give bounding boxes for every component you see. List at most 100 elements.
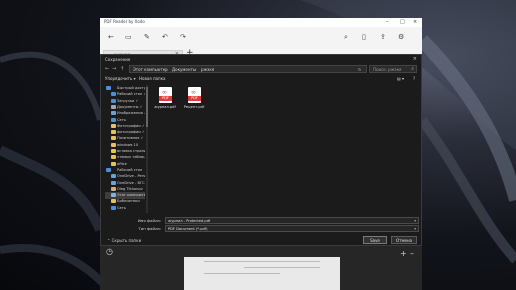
view-options-button[interactable]: ▤ ▾ [397, 76, 404, 81]
dialog-navigation: ← → ↑ Этот компьютер › Документы › ржэкя… [101, 65, 421, 74]
nav-pane-label: windows 10 [117, 142, 139, 147]
back-arrow-icon[interactable]: ← [108, 33, 114, 41]
filename-input[interactable]: журнал - Protected.pdf ▾ [165, 217, 419, 224]
minimize-button[interactable]: – [386, 19, 389, 25]
command-bar: Упорядочить ▾ Новая папка ▤ ▾ ? [101, 75, 421, 83]
computer-icon [111, 193, 116, 198]
dialog-title: Сохранение [105, 57, 131, 62]
share-icon[interactable]: ⇪ [380, 33, 386, 41]
cloud-icon [111, 180, 116, 185]
breadcrumb-separator: › [195, 67, 197, 72]
chevron-down-icon[interactable]: ▾ [414, 219, 416, 223]
pdf-file-icon: ∞ PDF [188, 87, 201, 103]
folder-icon [111, 161, 116, 166]
filename-row: Имя файла: журнал - Protected.pdf ▾ [105, 217, 421, 224]
save-button-label: Save [370, 238, 380, 243]
forward-icon[interactable]: → [112, 66, 116, 72]
nav-pane-label: Этот компьютер [117, 193, 145, 198]
pdf-file-icon: ∞ PDF [159, 87, 172, 103]
nav-pane-label: OneDrive - Pers [117, 174, 145, 179]
nav-pane-label: Oleg Tikhonov [117, 186, 143, 191]
chevron-down-icon[interactable]: ▾ [414, 227, 416, 231]
nav-pane-scrollbar[interactable] [146, 85, 148, 213]
save-button[interactable]: Save [363, 236, 387, 244]
nav-pane-label: чтемых таблиц [117, 155, 145, 160]
nav-pane-label: фотографии ✓ [117, 130, 145, 135]
undo-icon[interactable]: ↶ [162, 33, 168, 41]
nav-pane-label: Позитивное ✓ [117, 136, 144, 141]
breadcrumb-separator: › [166, 67, 168, 72]
app-titlebar: PDF Reader by Xodo – □ × [100, 18, 422, 27]
folder-icon [111, 142, 116, 147]
nav-pane-label: Сеть [117, 205, 126, 210]
filetype-select[interactable]: PDF Document (*.pdf) ▾ [165, 225, 419, 232]
user-icon [111, 186, 116, 191]
save-dialog: Сохранение × ← → ↑ Этот компьютер › Доку… [100, 54, 422, 246]
folder-icon [111, 149, 116, 153]
app-toolbar: ← ▭ ✎ ↶ ↷ ⌕ ▯ ⇪ ⚙ журнал × + [100, 27, 422, 59]
app-title: PDF Reader by Xodo [104, 19, 145, 24]
folder-icon [111, 155, 116, 160]
save-icon[interactable]: ▭ [125, 33, 132, 41]
desktop-icon [106, 167, 111, 172]
filetype-row: Тип файла: PDF Document (*.pdf) ▾ [105, 225, 421, 232]
network-icon [111, 205, 116, 210]
organize-button[interactable]: Упорядочить ▾ [105, 76, 136, 81]
redo-icon[interactable]: ↷ [180, 33, 186, 41]
refresh-icon[interactable]: ↻ [358, 67, 361, 72]
address-bar[interactable]: Этот компьютер › Документы › ржэкя ↻ [129, 65, 367, 73]
cloud-icon [111, 174, 116, 179]
filetype-label: Тип файла: [138, 226, 161, 231]
filename-label: Имя файла: [137, 218, 161, 223]
file-item[interactable]: ∞ PDF Рецепт.pdf [182, 87, 206, 113]
search-input[interactable]: Поиск: ржэкя ⌕ [369, 65, 417, 73]
nav-pane-label: Изображения ✓ [117, 111, 145, 116]
doc-icon[interactable]: ▯ [362, 33, 366, 41]
page-nav-icon[interactable]: ◷ [106, 247, 113, 256]
library-icon [111, 199, 116, 204]
nav-pane-label: Рабочий стол ✓ [117, 92, 145, 97]
search-icon[interactable]: ⌕ [344, 33, 348, 42]
star-icon [106, 86, 111, 90]
nav-pane-label: office [117, 161, 127, 166]
folder-icon [111, 123, 116, 128]
breadcrumb-documents[interactable]: Документы [172, 67, 196, 72]
breadcrumb-this-pc[interactable]: Этот компьютер [133, 67, 168, 72]
hide-folders-button[interactable]: ⌃ Скрыть папки [107, 238, 141, 243]
settings-icon[interactable]: ⚙ [398, 33, 404, 41]
navigation-pane: Быстрый доступ Рабочий стол ✓Загрузки ✓До… [105, 85, 145, 213]
file-item[interactable]: ∞ PDF журнал.pdf [153, 87, 177, 113]
nav-pane-label: Загрузки ✓ [117, 98, 139, 103]
pen-icon[interactable]: ✎ [144, 33, 150, 41]
nav-pane-label: Библиотеки [117, 199, 140, 204]
breadcrumb-folder[interactable]: ржэкя [201, 67, 214, 72]
dialog-close-icon[interactable]: × [413, 56, 417, 62]
up-icon[interactable]: ↑ [120, 66, 124, 72]
zoom-out-icon[interactable]: – [410, 249, 414, 258]
documents-icon [111, 104, 116, 109]
filetype-value: PDF Document (*.pdf) [168, 227, 208, 231]
back-icon[interactable]: ← [105, 66, 109, 72]
nav-pane-label: вставка страниц [117, 149, 145, 153]
new-folder-button[interactable]: Новая папка [139, 76, 166, 81]
download-icon [111, 98, 116, 103]
pdf-badge: PDF [162, 96, 169, 100]
close-window-button[interactable]: × [413, 19, 417, 25]
help-icon[interactable]: ? [413, 76, 415, 81]
file-name: журнал.pdf [154, 105, 176, 109]
nav-pane-label: Документы ✓ [117, 104, 143, 109]
nav-pane-label: Быстрый доступ [117, 86, 145, 90]
cancel-button[interactable]: Отмена [391, 236, 417, 244]
nav-pane-label: Рабочий стол [117, 167, 143, 172]
desktop-icon [111, 92, 116, 97]
document-page [184, 257, 340, 290]
pictures-icon [111, 111, 116, 116]
search-icon: ⌕ [411, 66, 414, 72]
zoom-in-icon[interactable]: + [400, 249, 407, 258]
file-list: ∞ PDF журнал.pdf ∞ PDF Рецепт.pdf [149, 85, 417, 213]
maximize-button[interactable]: □ [400, 19, 405, 25]
nav-pane-label: OneDrive - ВГС [117, 180, 145, 185]
nav-pane-item[interactable]: Сеть [105, 205, 145, 212]
nav-pane-label: Фотографии ✓ [117, 123, 145, 128]
file-name: Рецепт.pdf [183, 105, 205, 109]
